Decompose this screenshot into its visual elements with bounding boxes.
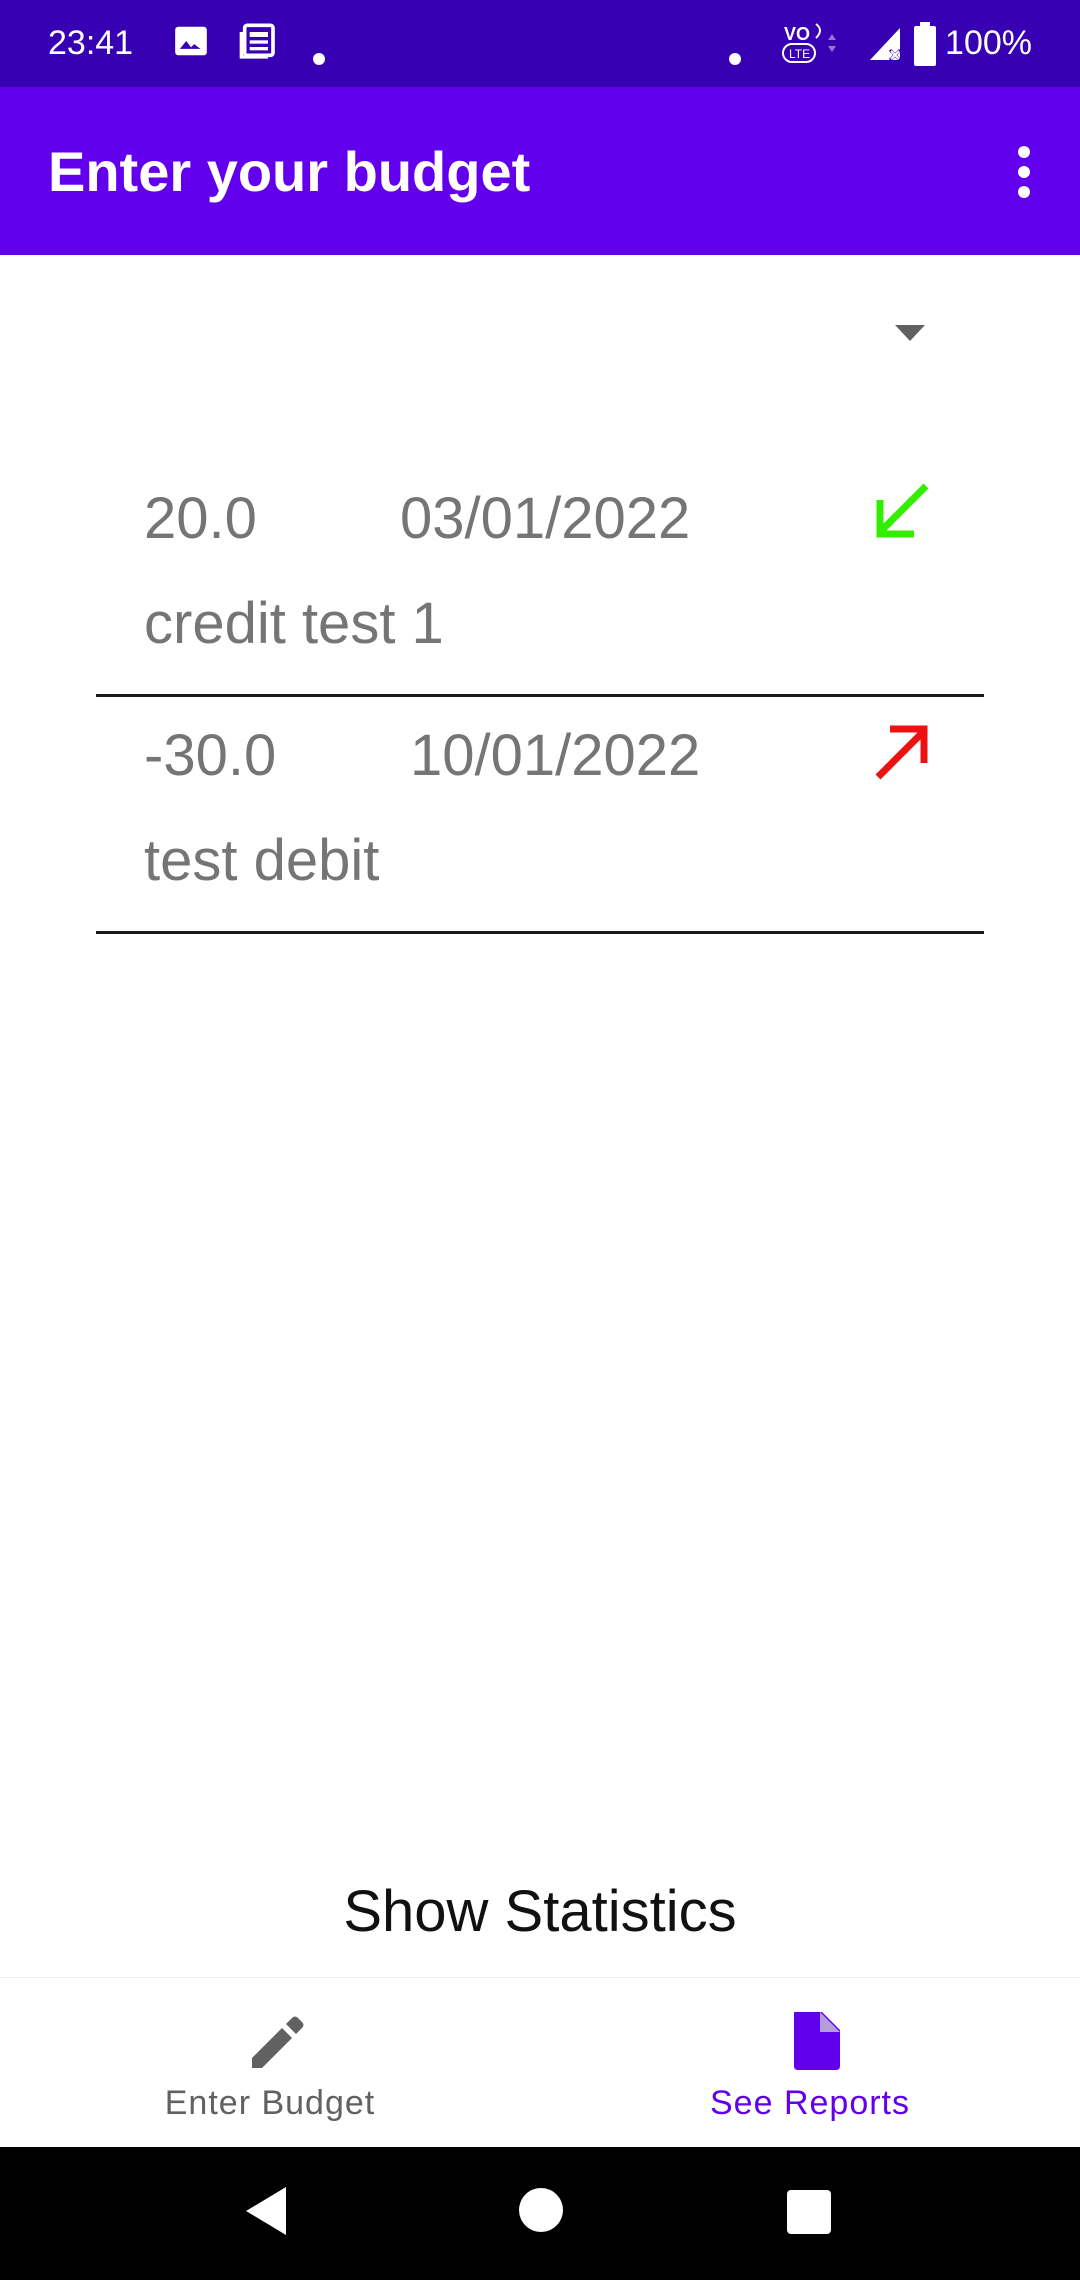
svg-text:VO: VO — [784, 24, 810, 44]
nav-label: Enter Budget — [164, 2084, 376, 2122]
transaction-description: test debit — [144, 828, 380, 893]
dropdown-arrow-icon — [860, 325, 960, 369]
nav-enter-budget[interactable]: Enter Budget — [0, 1978, 540, 2148]
transaction-list: 20.0 03/01/2022 credit test 1 -30.0 10/0… — [96, 460, 984, 934]
transaction-row[interactable]: -30.0 10/01/2022 test debit — [96, 697, 984, 934]
system-navigation-bar — [0, 2147, 1080, 2280]
app-bar: Enter your budget — [0, 87, 1080, 255]
more-vert-icon[interactable] — [998, 142, 1050, 202]
filter-spinner[interactable] — [860, 305, 960, 365]
bottom-navigation: Enter Budget See Reports — [0, 1977, 1080, 2147]
page-title: Enter your budget — [48, 140, 531, 203]
back-icon[interactable] — [242, 2185, 290, 2242]
battery-percentage: 100% — [945, 24, 1032, 62]
document-icon — [788, 2010, 844, 2070]
signal-icon — [866, 22, 906, 73]
image-icon — [172, 22, 210, 69]
dot-icon — [312, 36, 326, 75]
status-time: 23:41 — [48, 24, 134, 62]
arrow-up-right-icon — [866, 715, 938, 787]
nav-label: See Reports — [710, 2084, 910, 2122]
recents-icon[interactable] — [786, 2189, 832, 2240]
transaction-row[interactable]: 20.0 03/01/2022 credit test 1 — [96, 460, 984, 697]
transaction-date: 03/01/2022 — [400, 486, 691, 551]
transaction-description: credit test 1 — [144, 591, 444, 656]
arrow-down-left-icon — [866, 478, 938, 550]
pencil-icon — [248, 2010, 304, 2070]
transaction-amount: -30.0 — [144, 723, 277, 788]
dot-icon — [728, 36, 742, 75]
status-bar: 23:41 VO LTE 100% — [0, 0, 1080, 87]
volte-icon: VO LTE — [780, 18, 840, 77]
transaction-date: 10/01/2022 — [410, 723, 701, 788]
news-icon — [238, 22, 278, 71]
nav-see-reports[interactable]: See Reports — [540, 1978, 1080, 2148]
svg-text:LTE: LTE — [789, 47, 810, 61]
home-icon[interactable] — [518, 2187, 564, 2238]
battery-icon — [912, 22, 938, 75]
transaction-amount: 20.0 — [144, 486, 257, 551]
show-statistics-button[interactable]: Show Statistics — [0, 1878, 1080, 1945]
